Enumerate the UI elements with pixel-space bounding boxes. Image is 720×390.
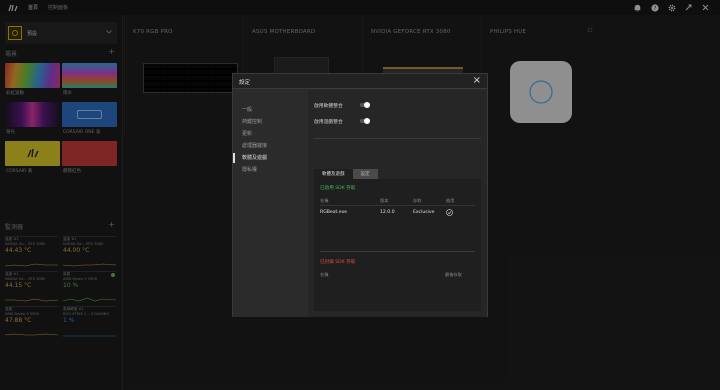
blocked-col-last-access: 最後存取 (445, 272, 462, 277)
toggle-software-integration[interactable] (360, 102, 370, 108)
supported-title: 已啟用 SDK 存取 (320, 186, 356, 191)
toggle-label: 啟用軟體整合 (314, 104, 343, 109)
tab-software-games[interactable]: 軟體及遊戲 (314, 169, 353, 179)
col-enabled: 啟用 (446, 198, 455, 203)
settings-menu: 一般 熱鍵控制 更新 處理器鏈接 軟體及遊戲 隱私權 (233, 90, 308, 317)
menu-item-hotkeys[interactable]: 熱鍵控制 (242, 118, 262, 125)
section-divider (320, 251, 475, 252)
sdk-panel: 已啟用 SDK 存取 名稱 版本 存取 啟用 RGBeat.exe 12.0.0… (314, 179, 481, 311)
tab-settings[interactable]: 設定 (352, 169, 378, 179)
header-divider (320, 205, 475, 206)
toggle-label: 啟用遊戲整合 (314, 120, 343, 125)
check-icon[interactable] (446, 209, 453, 218)
toggle-game-integration[interactable] (360, 118, 370, 124)
tab-bar: 軟體及遊戲 設定 (314, 169, 378, 179)
col-version: 版本 (380, 198, 389, 203)
dialog-header: 設定 × (233, 74, 487, 89)
col-name: 名稱 (320, 198, 329, 203)
settings-content: 啟用軟體整合 啟用遊戲整合 軟體及遊戲 設定 已啟用 SDK 存取 名稱 版本 … (308, 90, 487, 317)
row-access[interactable]: Exclusive (413, 210, 434, 215)
menu-item-software-games[interactable]: 軟體及遊戲 (242, 154, 267, 161)
row-name: RGBeat.exe (320, 210, 347, 215)
settings-dialog: 設定 × 一般 熱鍵控制 更新 處理器鏈接 軟體及遊戲 隱私權 啟用軟體整合 啟… (232, 73, 488, 317)
menu-item-general[interactable]: 一般 (242, 106, 252, 113)
menu-item-processor[interactable]: 處理器鏈接 (242, 142, 267, 149)
menu-active-indicator (233, 153, 235, 163)
menu-item-privacy[interactable]: 隱私權 (242, 166, 257, 173)
close-icon[interactable]: × (473, 75, 481, 87)
dialog-title: 設定 (239, 80, 251, 86)
blocked-col-name: 名稱 (320, 272, 329, 277)
menu-item-updates[interactable]: 更新 (242, 130, 252, 137)
row-version: 12.0.0 (380, 210, 395, 215)
divider (314, 138, 481, 139)
blocked-title: 已封鎖 SDK 存取 (320, 260, 356, 265)
col-access: 存取 (413, 198, 422, 203)
